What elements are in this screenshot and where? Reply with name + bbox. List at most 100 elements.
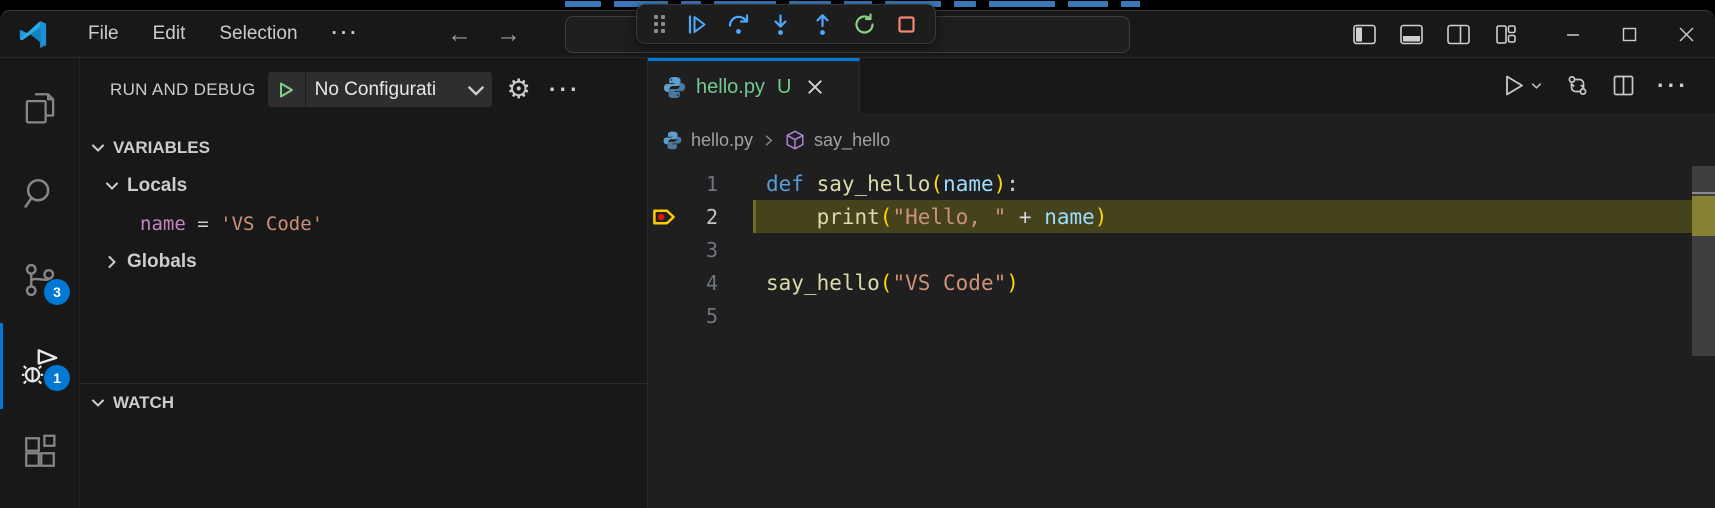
- minimize-button[interactable]: [1544, 11, 1601, 58]
- sidebar-header: RUN AND DEBUG No Configurati ⚙ ···: [80, 58, 647, 121]
- step-into-button[interactable]: [768, 12, 793, 37]
- debug-config-dropdown[interactable]: No Configurati: [268, 72, 492, 107]
- variable-name: name: [140, 213, 186, 235]
- line-number: 1: [682, 172, 718, 196]
- drag-handle-icon[interactable]: [654, 15, 665, 33]
- variables-tree: VARIABLES Locals name = 'VS Code' Global…: [80, 129, 647, 281]
- editor-more-actions[interactable]: ···: [1657, 72, 1689, 99]
- breadcrumb: hello.py say_hello: [648, 113, 1715, 167]
- debug-config-value: No Configurati: [306, 79, 463, 101]
- breakpoint-gutter[interactable]: [648, 233, 682, 266]
- menu-selection[interactable]: Selection: [205, 19, 311, 49]
- close-window-button[interactable]: [1658, 11, 1715, 58]
- sidebar-more-actions[interactable]: ···: [549, 76, 581, 103]
- activity-explorer[interactable]: [0, 65, 79, 151]
- breadcrumb-file[interactable]: hello.py: [691, 130, 753, 151]
- chevron-down-icon[interactable]: [1529, 78, 1544, 93]
- code-token: say_hello: [817, 172, 931, 196]
- activity-source-control[interactable]: 3: [0, 237, 79, 323]
- current-breakpoint-icon[interactable]: [652, 206, 677, 228]
- variable-value: 'VS Code': [220, 213, 323, 235]
- step-out-button[interactable]: [810, 12, 835, 37]
- editor-scrollbar[interactable]: [1692, 166, 1715, 508]
- code-line[interactable]: 1 def say_hello(name):: [648, 167, 1715, 200]
- overview-ruler-current-line-marker: [1692, 196, 1715, 236]
- python-file-icon: [662, 75, 687, 100]
- menu-edit[interactable]: Edit: [139, 19, 200, 49]
- extensions-icon: [20, 432, 60, 472]
- start-debug-button[interactable]: [268, 72, 306, 107]
- run-and-debug-sidebar: RUN AND DEBUG No Configurati ⚙ ···: [80, 58, 648, 508]
- line-number: 3: [682, 238, 718, 262]
- maximize-icon: [1622, 27, 1637, 42]
- gear-icon[interactable]: ⚙: [507, 76, 531, 103]
- watch-section: WATCH: [80, 383, 647, 422]
- close-icon: [1678, 26, 1695, 43]
- menu-file[interactable]: File: [74, 19, 133, 49]
- activity-run-and-debug[interactable]: 1: [0, 323, 79, 409]
- menu-more[interactable]: ···: [318, 19, 374, 49]
- debug-toolbar: [636, 4, 936, 44]
- toggle-panel-icon[interactable]: [1399, 22, 1424, 47]
- variable-row-name[interactable]: name = 'VS Code': [80, 205, 647, 243]
- python-file-icon: [662, 130, 683, 151]
- run-python-file-button[interactable]: [1501, 73, 1544, 98]
- code-lines: 1 def say_hello(name):2 print("Hello, " +…: [648, 167, 1715, 332]
- breakpoint-gutter[interactable]: [648, 266, 682, 299]
- tree-item-globals[interactable]: Globals: [80, 243, 647, 281]
- scm-badge: 3: [44, 279, 70, 305]
- code-line[interactable]: 2 print("Hello, " + name): [648, 200, 1715, 233]
- code-token: +: [1006, 205, 1044, 229]
- breakpoint-gutter[interactable]: [648, 299, 682, 332]
- chevron-down-icon: [102, 176, 122, 196]
- play-icon: [276, 80, 296, 100]
- restart-button[interactable]: [852, 12, 877, 37]
- explorer-icon: [20, 88, 60, 128]
- history-nav: ← →: [443, 11, 525, 58]
- activity-search[interactable]: [0, 151, 79, 237]
- scrollbar-thumb[interactable]: [1692, 166, 1715, 356]
- stop-button[interactable]: [894, 12, 919, 37]
- go-forward-button[interactable]: →: [492, 20, 525, 49]
- code-line[interactable]: 3: [648, 233, 1715, 266]
- breakpoint-gutter[interactable]: [648, 167, 682, 200]
- code-line-content[interactable]: def say_hello(name):: [753, 167, 1692, 200]
- split-editor-icon[interactable]: [1611, 73, 1636, 98]
- toggle-primary-sidebar-icon[interactable]: [1352, 22, 1377, 47]
- breadcrumb-symbol[interactable]: say_hello: [814, 130, 890, 151]
- continue-button[interactable]: [684, 12, 709, 37]
- section-watch[interactable]: WATCH: [80, 384, 647, 422]
- code-line-content[interactable]: print("Hello, " + name): [753, 200, 1692, 233]
- code-line-content[interactable]: say_hello("VS Code"): [753, 266, 1692, 299]
- tree-item-locals[interactable]: Locals: [80, 167, 647, 205]
- open-changes-icon[interactable]: [1565, 73, 1590, 98]
- close-tab-icon[interactable]: [805, 77, 825, 97]
- maximize-button[interactable]: [1601, 11, 1658, 58]
- customize-layout-icon[interactable]: [1493, 22, 1518, 47]
- code-line[interactable]: 5: [648, 299, 1715, 332]
- toggle-secondary-sidebar-icon[interactable]: [1446, 22, 1471, 47]
- breakpoint-gutter[interactable]: [648, 200, 682, 233]
- code-token: (: [880, 271, 893, 295]
- section-variables[interactable]: VARIABLES: [80, 129, 647, 167]
- code-token: "VS Code": [892, 271, 1006, 295]
- code-token: name: [1044, 205, 1095, 229]
- minimize-icon: [1565, 27, 1581, 43]
- tab-hello-py[interactable]: hello.py U: [648, 58, 860, 113]
- watch-header: WATCH: [113, 393, 174, 413]
- code-line-content[interactable]: [753, 233, 1692, 266]
- chevron-right-icon: [102, 252, 122, 272]
- activity-extensions[interactable]: [0, 409, 79, 495]
- sidebar-title: RUN AND DEBUG: [110, 80, 256, 100]
- code-token: [766, 205, 817, 229]
- code-token: ): [1006, 271, 1019, 295]
- chevron-right-icon: [761, 133, 776, 148]
- step-over-button[interactable]: [726, 12, 751, 37]
- chevron-down-icon: [88, 393, 108, 413]
- code-line[interactable]: 4 say_hello("VS Code"): [648, 266, 1715, 299]
- line-number: 4: [682, 271, 718, 295]
- chevron-down-icon: [88, 138, 108, 158]
- code-line-content[interactable]: [753, 299, 1692, 332]
- code-token: "Hello, ": [892, 205, 1006, 229]
- go-back-button[interactable]: ←: [443, 20, 476, 49]
